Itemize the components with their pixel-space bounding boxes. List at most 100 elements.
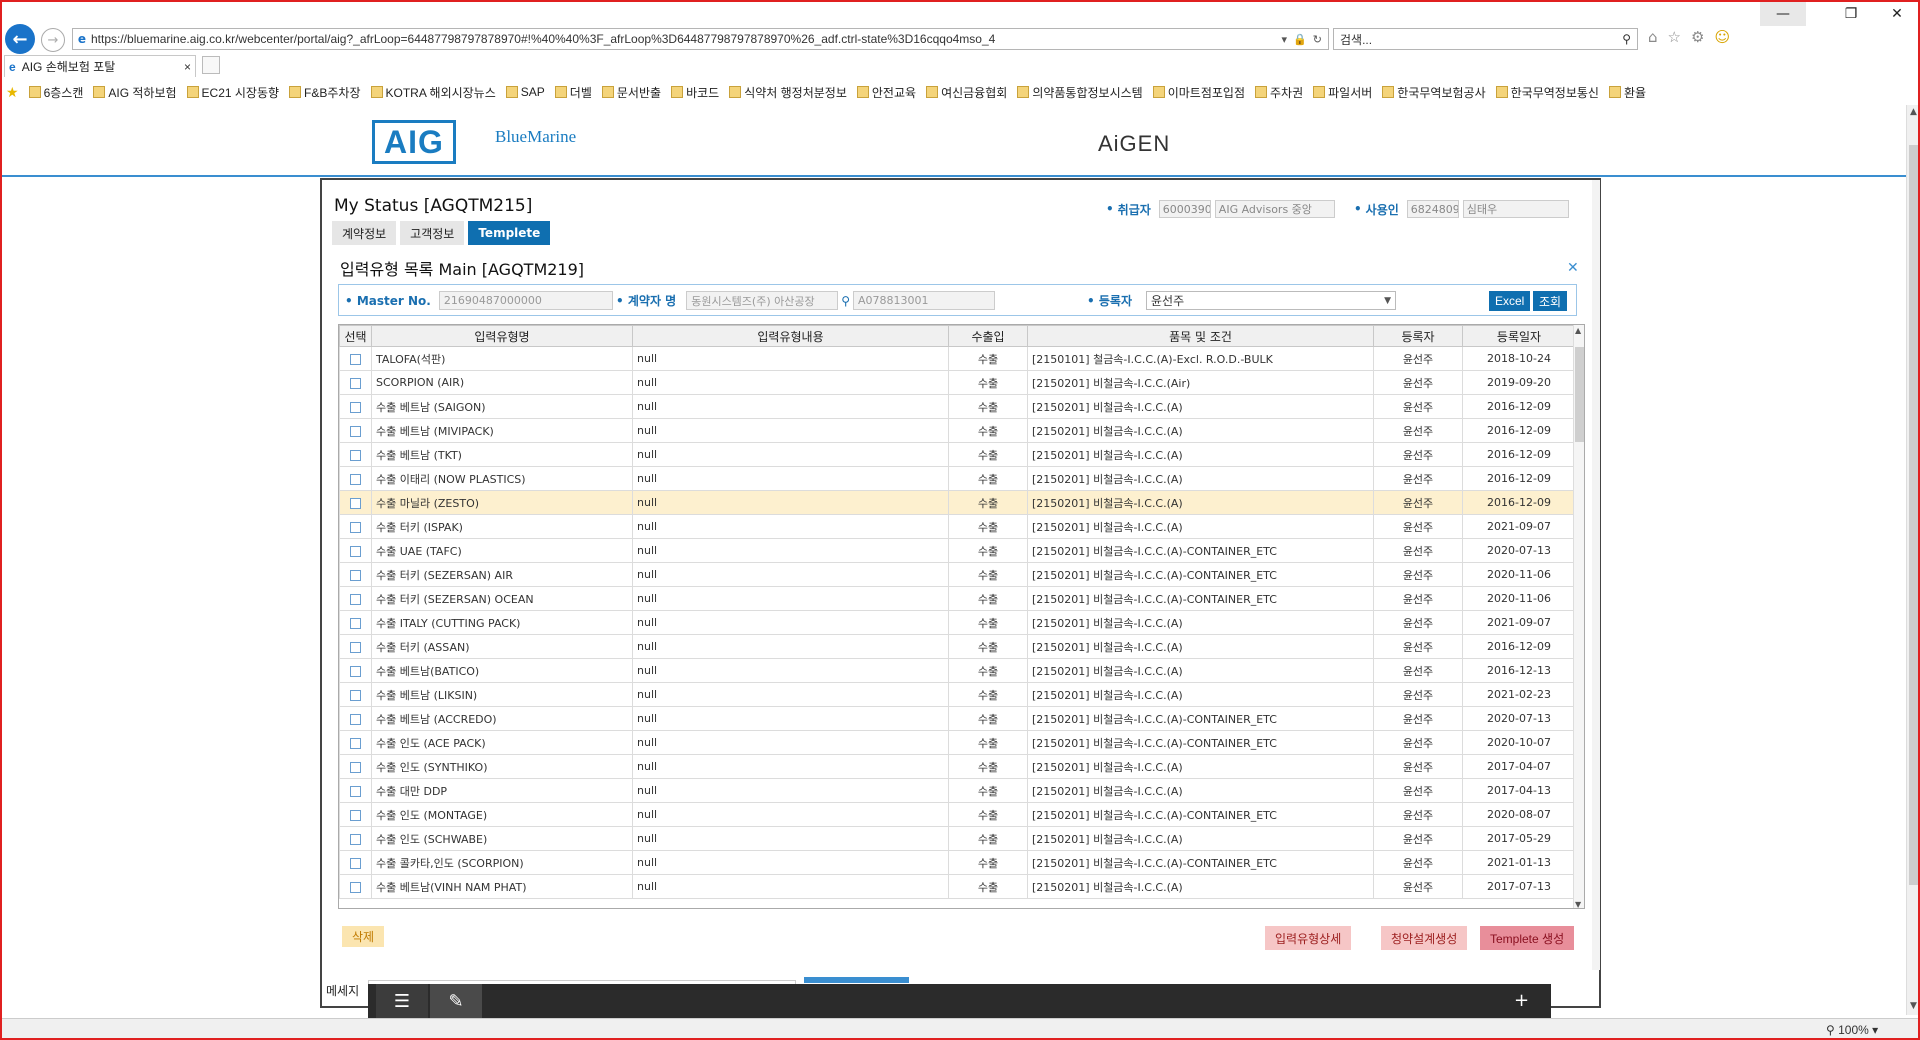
- grid-scrollbar[interactable]: ▲ ▼: [1573, 325, 1584, 908]
- refresh-icon[interactable]: ↻: [1313, 33, 1322, 46]
- row-checkbox[interactable]: [339, 562, 372, 587]
- checkbox[interactable]: [350, 497, 361, 509]
- favorite-item[interactable]: 여신금융협회: [926, 84, 1007, 101]
- list-menu-icon[interactable]: ☰: [376, 984, 428, 1018]
- table-row[interactable]: 수출 터키 (ASSAN) null 수출 [2150201] 비철금속-I.C.C.…: [339, 634, 1576, 659]
- favorite-item[interactable]: 환율: [1608, 84, 1646, 101]
- row-checkbox[interactable]: [339, 442, 372, 467]
- favorite-item[interactable]: 의약품통합정보시스템: [1017, 84, 1143, 101]
- row-checkbox[interactable]: [339, 490, 372, 515]
- table-row[interactable]: 수출 베트남 (SAIGON) null 수출 [2150201] 비철금속-I.C.…: [339, 394, 1576, 419]
- col-header-type[interactable]: 수출입: [948, 325, 1028, 347]
- row-checkbox[interactable]: [339, 586, 372, 611]
- table-row[interactable]: 수출 베트남(BATICO) null 수출 [2150201] 비철금속-I.C.C…: [339, 658, 1576, 683]
- checkbox[interactable]: [350, 545, 361, 557]
- checkbox[interactable]: [350, 665, 361, 677]
- favorites-star-icon[interactable]: ☆: [1668, 28, 1681, 46]
- checkbox[interactable]: [350, 737, 361, 749]
- contractor-code-field[interactable]: A078813001: [853, 291, 995, 310]
- row-checkbox[interactable]: [339, 826, 372, 851]
- scroll-down-icon[interactable]: ▼: [1910, 1001, 1917, 1011]
- tab-template[interactable]: Templete: [468, 221, 551, 245]
- checkbox[interactable]: [350, 617, 361, 629]
- close-icon[interactable]: ✕: [1567, 260, 1579, 276]
- smiley-icon[interactable]: ☺: [1714, 28, 1730, 46]
- row-checkbox[interactable]: [339, 682, 372, 707]
- checkbox[interactable]: [350, 809, 361, 821]
- row-checkbox[interactable]: [339, 370, 372, 395]
- edit-note-icon[interactable]: ✎: [430, 984, 482, 1018]
- favorite-item[interactable]: 더벨: [554, 84, 592, 101]
- close-tab-icon[interactable]: ×: [184, 60, 191, 74]
- table-row[interactable]: 수출 마닐라 (ZESTO) null 수출 [2150201] 비철금속-I.C.C…: [339, 490, 1576, 515]
- table-row[interactable]: 수출 인도 (ACE PACK) null 수출 [2150201] 비철금속-I.C…: [339, 730, 1576, 755]
- scroll-thumb[interactable]: [1909, 145, 1919, 885]
- row-checkbox[interactable]: [339, 730, 372, 755]
- search-icon[interactable]: ⚲: [841, 294, 850, 308]
- row-checkbox[interactable]: [339, 754, 372, 779]
- row-checkbox[interactable]: [339, 634, 372, 659]
- favorite-item[interactable]: EC21 시장동향: [186, 84, 279, 101]
- close-window-button[interactable]: ✕: [1874, 2, 1920, 26]
- checkbox[interactable]: [350, 473, 361, 485]
- minimize-button[interactable]: —: [1760, 2, 1806, 26]
- checkbox[interactable]: [350, 377, 361, 389]
- address-bar[interactable]: e https://bluemarine.aig.co.kr/webcenter…: [72, 28, 1329, 50]
- favorite-item[interactable]: 문서반출: [601, 84, 661, 101]
- scroll-up-icon[interactable]: ▲: [1575, 326, 1581, 335]
- table-row[interactable]: 수출 인도 (SCHWABE) null 수출 [2150201] 비철금속-I.C.…: [339, 826, 1576, 851]
- table-row[interactable]: 수출 인도 (MONTAGE) null 수출 [2150201] 비철금속-I.C.…: [339, 802, 1576, 827]
- scroll-thumb[interactable]: [1575, 347, 1584, 442]
- scroll-up-icon[interactable]: ▲: [1910, 107, 1917, 117]
- col-header-item[interactable]: 품목 및 조건: [1027, 325, 1374, 347]
- checkbox[interactable]: [350, 521, 361, 533]
- checkbox[interactable]: [350, 713, 361, 725]
- table-row[interactable]: 수출 베트남 (TKT) null 수출 [2150201] 비철금속-I.C.C.(…: [339, 442, 1576, 467]
- checkbox[interactable]: [350, 881, 361, 893]
- create-template-button[interactable]: Templete 생성: [1480, 926, 1575, 950]
- checkbox[interactable]: [350, 569, 361, 581]
- aig-logo[interactable]: AIG: [372, 120, 456, 164]
- table-row[interactable]: 수출 터키 (ISPAK) null 수출 [2150201] 비철금속-I.C.C.…: [339, 514, 1576, 539]
- favorite-item[interactable]: 이마트점포입점: [1152, 84, 1245, 101]
- tab-customer-info[interactable]: 고객정보: [400, 221, 465, 245]
- table-row[interactable]: 수출 대만 DDP null 수출 [2150201] 비철금속-I.C.C.(A) 윤…: [339, 778, 1576, 803]
- row-checkbox[interactable]: [339, 394, 372, 419]
- checkbox[interactable]: [350, 833, 361, 845]
- checkbox[interactable]: [350, 761, 361, 773]
- row-checkbox[interactable]: [339, 466, 372, 491]
- browser-search-input[interactable]: 검색... ⚲: [1333, 28, 1638, 50]
- master-no-field[interactable]: 21690487000000: [438, 291, 613, 310]
- checkbox[interactable]: [350, 353, 361, 365]
- checkbox[interactable]: [350, 401, 361, 413]
- favorite-item[interactable]: AIG 적하보험: [93, 84, 177, 101]
- row-checkbox[interactable]: [339, 706, 372, 731]
- table-row[interactable]: TALOFA(석판) null 수출 [2150101] 철금속-I.C.C.(A)-…: [339, 346, 1576, 371]
- table-row[interactable]: SCORPION (AIR) null 수출 [2150201] 비철금속-I.C.C…: [339, 370, 1576, 395]
- delete-button[interactable]: 삭제: [342, 926, 385, 947]
- table-row[interactable]: 수출 터키 (SEZERSAN) AIR null 수출 [2150201] 비철금속…: [339, 562, 1576, 587]
- modal-scrollbar[interactable]: [1592, 180, 1600, 970]
- back-arrow-icon[interactable]: ←: [5, 24, 35, 54]
- col-header-select[interactable]: 선택: [339, 325, 372, 347]
- forward-arrow-icon[interactable]: →: [41, 28, 65, 52]
- checkbox[interactable]: [350, 425, 361, 437]
- favorite-item[interactable]: 6층스캔: [28, 84, 83, 101]
- favorite-item[interactable]: KOTRA 해외시장뉴스: [370, 84, 496, 101]
- favorite-item[interactable]: 한국무역정보통신: [1495, 84, 1599, 101]
- row-checkbox[interactable]: [339, 346, 372, 371]
- home-icon[interactable]: ⌂: [1648, 28, 1658, 46]
- table-row[interactable]: 수출 베트남 (MIVIPACK) null 수출 [2150201] 비철금속-I.…: [339, 418, 1576, 443]
- plus-icon[interactable]: +: [1514, 990, 1529, 1011]
- registrant-select[interactable]: 윤선주 ▼: [1145, 291, 1396, 310]
- col-header-content[interactable]: 입력유형내용: [632, 325, 949, 347]
- row-checkbox[interactable]: [339, 850, 372, 875]
- contractor-name-field[interactable]: 동원시스템즈(주) 아산공장: [686, 291, 839, 310]
- search-button[interactable]: 조회: [1533, 291, 1568, 311]
- new-tab-button[interactable]: [202, 56, 220, 74]
- table-row[interactable]: 수출 콜카타,인도 (SCORPION) null 수출 [2150201] 비철금속…: [339, 850, 1576, 875]
- row-checkbox[interactable]: [339, 418, 372, 443]
- favorite-item[interactable]: 안전교육: [856, 84, 916, 101]
- excel-button[interactable]: Excel: [1489, 291, 1531, 311]
- dropdown-icon[interactable]: ▾: [1282, 33, 1288, 46]
